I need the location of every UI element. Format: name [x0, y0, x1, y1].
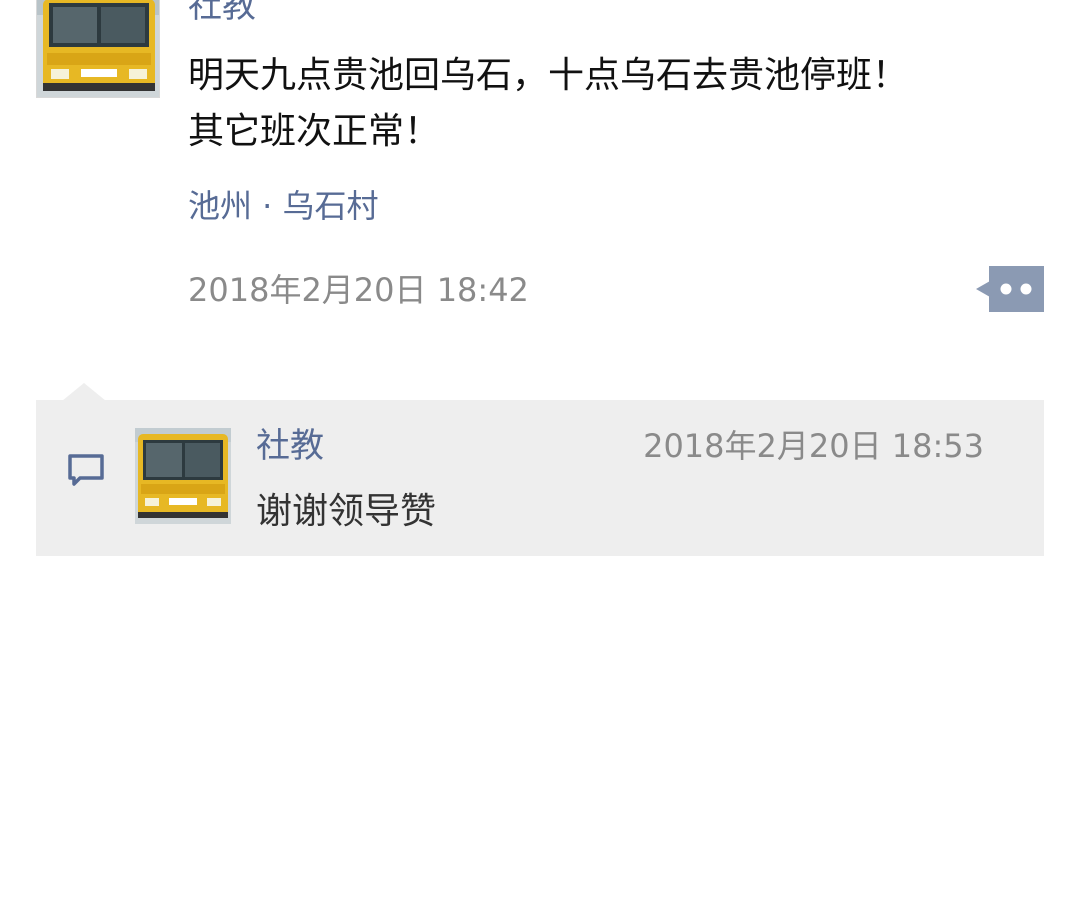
ellipsis-icon — [976, 266, 1044, 312]
post-author-name[interactable]: 社教 — [188, 0, 256, 26]
comment-timestamp: 2018年2月20日 18:53 — [643, 427, 984, 465]
comment-icon — [66, 452, 106, 488]
bus-photo — [37, 0, 159, 97]
post-avatar[interactable] — [36, 0, 160, 98]
comment-area: 社教 2018年2月20日 18:53 谢谢领导赞 — [36, 400, 1044, 556]
post-timestamp: 2018年2月20日 18:42 — [188, 271, 529, 309]
post-location[interactable]: 池州 · 乌石村 — [188, 186, 379, 226]
post-text: 明天九点贵池回乌石，十点乌石去贵池停班！ 其它班次正常！ — [188, 55, 909, 152]
comment-area-caret — [62, 383, 106, 401]
comment-avatar[interactable] — [135, 428, 231, 524]
comment-text: 谢谢领导赞 — [256, 491, 437, 532]
comment-author-name[interactable]: 社教 — [256, 424, 324, 468]
more-actions-button[interactable] — [976, 266, 1044, 312]
bus-photo — [135, 428, 231, 524]
